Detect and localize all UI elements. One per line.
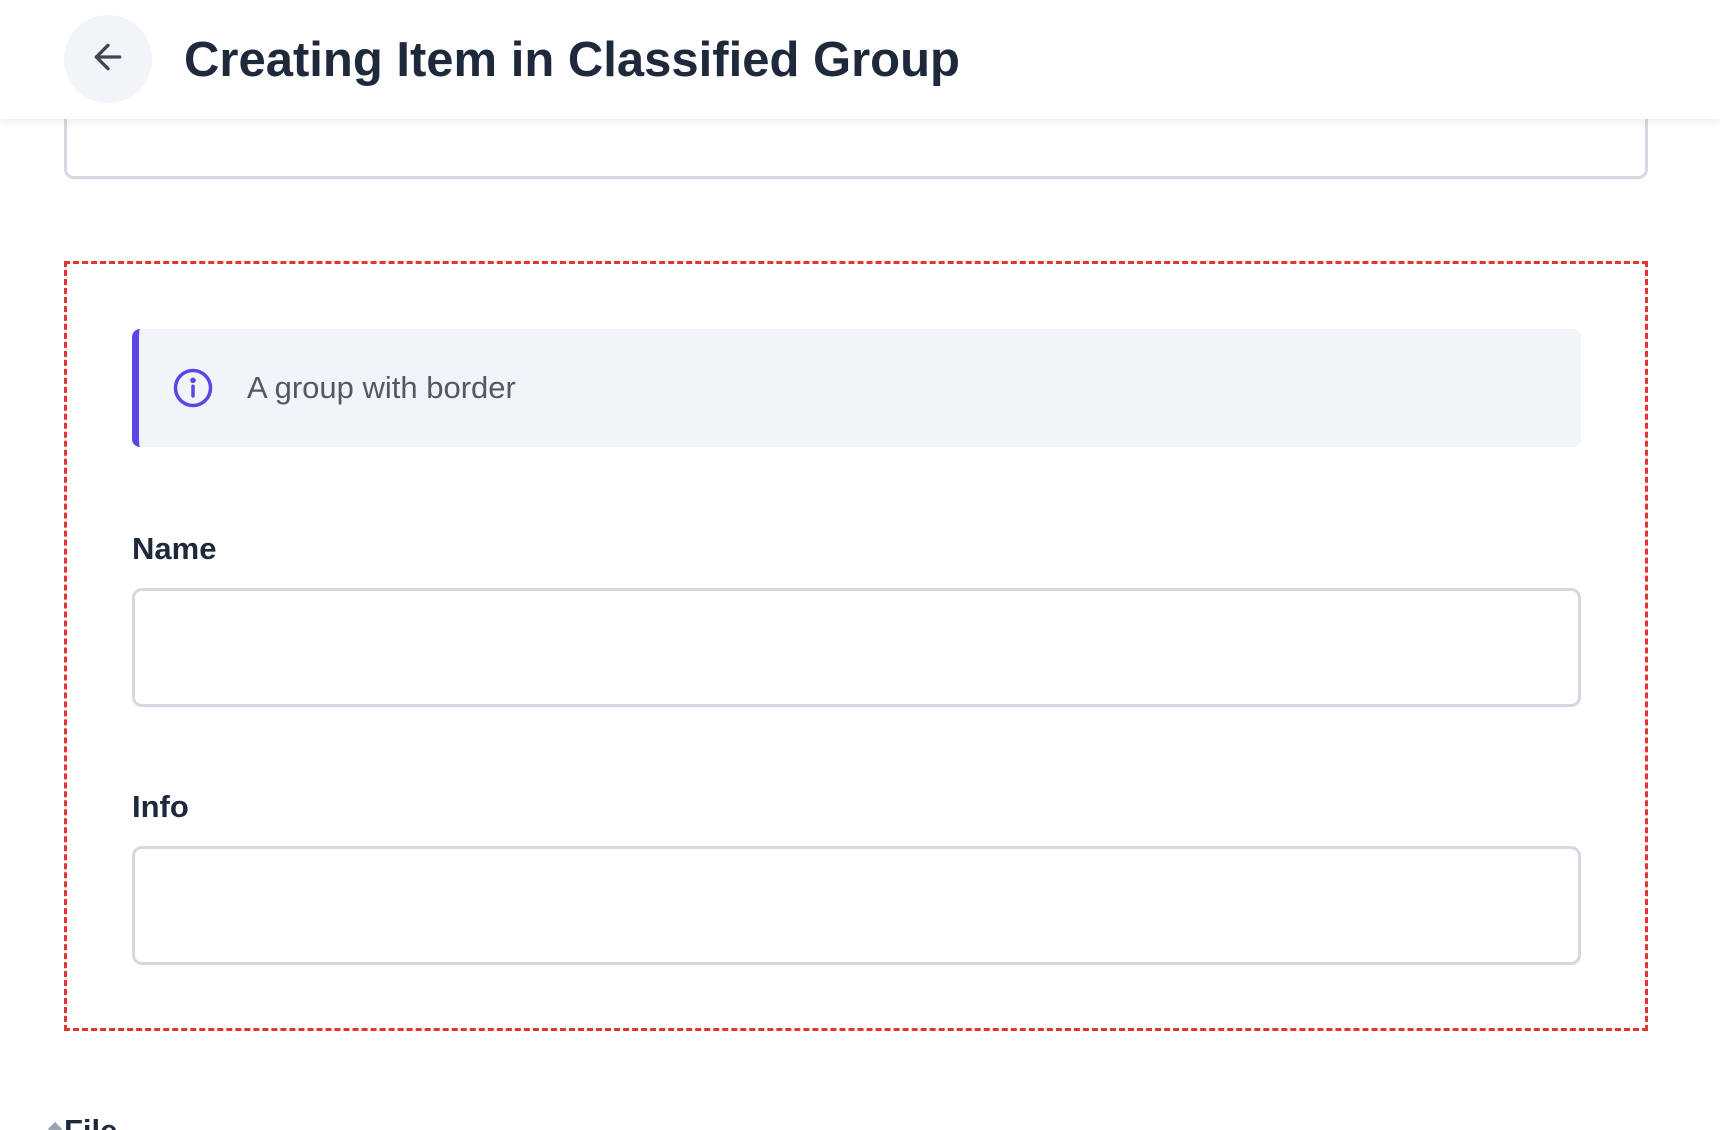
info-input[interactable] [132,846,1581,965]
file-label: File [64,1112,117,1130]
callout-text: A group with border [247,370,516,405]
page: Creating Item in Classified Group A grou… [0,0,1720,1130]
back-button[interactable] [64,15,152,103]
name-label: Name [132,531,217,566]
name-input[interactable] [132,588,1581,707]
info-label: Info [132,789,189,824]
info-circle-icon [172,367,214,409]
arrow-left-icon [88,37,128,82]
info-callout: A group with border [132,329,1581,447]
page-header: Creating Item in Classified Group [0,0,1720,119]
page-title: Creating Item in Classified Group [184,33,960,87]
bordered-group: A group with border Name Info [64,261,1648,1031]
required-marker-icon [47,1121,63,1130]
